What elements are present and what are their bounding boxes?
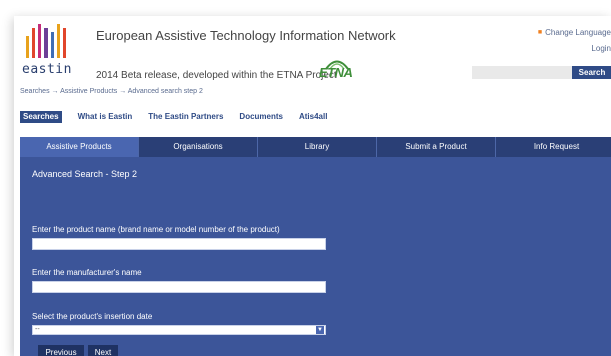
nav-item-atis4all[interactable]: Atis4all [299,111,327,123]
change-language-link[interactable]: ■ Change Language [538,28,611,37]
site-title: European Assistive Technology Informatio… [96,28,396,43]
login-link[interactable]: Login [591,44,611,53]
search-button[interactable]: Search [572,66,611,79]
product-name-label: Enter the product name (brand name or mo… [32,225,280,234]
breadcrumb: Searches → Assistive Products → Advanced… [20,88,203,95]
tab-bar: Assistive Products Organisations Library… [20,137,611,157]
logo-bar [50,32,54,58]
logo-bar [44,28,48,58]
insertion-date-label: Select the product's insertion date [32,312,153,321]
manufacturer-label: Enter the manufacturer's name [32,268,142,277]
tab-submit-product[interactable]: Submit a Product [377,137,496,157]
site-subtitle: 2014 Beta release, developed within the … [96,70,337,81]
logo-bars [26,24,66,58]
logo-bar [26,36,30,58]
tab-info-request[interactable]: Info Request [496,137,611,157]
page: eastin European Assistive Technology Inf… [14,16,611,356]
logo-bar [38,24,42,58]
etna-logo[interactable]: ETNA [312,56,360,84]
chevron-down-icon[interactable]: ▼ [316,326,324,334]
manufacturer-field[interactable] [32,281,326,293]
search-input[interactable] [472,66,572,79]
tab-organisations[interactable]: Organisations [139,137,258,157]
etna-logo-text: ETNA [319,65,353,80]
logo-bar [32,28,36,58]
nav-item-documents[interactable]: Documents [239,111,283,123]
nav-item-eastin-partners[interactable]: The Eastin Partners [148,111,223,123]
logo-bar [56,24,60,58]
nav-item-searches[interactable]: Searches [20,111,62,123]
eastin-logo[interactable]: eastin [22,24,74,82]
nav-item-what-is-eastin[interactable]: What is Eastin [78,111,133,123]
tab-library[interactable]: Library [258,137,377,157]
form-title: Advanced Search - Step 2 [32,169,138,179]
tab-assistive-products[interactable]: Assistive Products [20,137,139,157]
insertion-date-value: -- [35,326,40,333]
previous-button[interactable]: Previous [38,345,84,356]
logo-bar [62,28,66,58]
change-language-label: Change Language [545,28,611,37]
globe-icon: ■ [537,29,543,36]
top-navigation: Searches What is Eastin The Eastin Partn… [20,111,343,123]
insertion-date-select[interactable]: -- ▼ [32,325,326,335]
next-button[interactable]: Next [88,345,118,356]
search-panel: Assistive Products Organisations Library… [20,137,611,356]
logo-text: eastin [22,62,72,77]
product-name-field[interactable] [32,238,326,250]
